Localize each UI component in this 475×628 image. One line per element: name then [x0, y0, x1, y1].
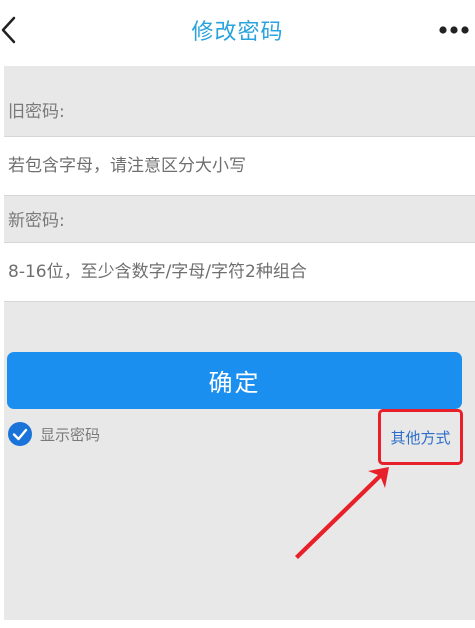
page-title: 修改密码: [191, 20, 284, 45]
checkmark-circle-icon: [8, 422, 32, 446]
old-password-label: 旧密码:: [8, 102, 65, 122]
show-password-label: 显示密码: [40, 426, 101, 444]
new-password-row: [4, 242, 475, 302]
form-area: 旧密码: 新密码: 确定 显示密码 其他方式: [4, 66, 475, 620]
new-password-label: 新密码:: [8, 211, 65, 231]
top-bar: 修改密码: [0, 0, 475, 62]
more-button[interactable]: [437, 18, 471, 42]
new-password-input[interactable]: [8, 243, 463, 301]
other-method-link[interactable]: 其他方式: [381, 427, 460, 448]
old-password-row: [4, 136, 475, 196]
more-dots-icon: [439, 26, 469, 34]
annotation-highlight-box: 其他方式: [378, 409, 463, 465]
confirm-button[interactable]: 确定: [7, 352, 462, 409]
old-password-input[interactable]: [8, 137, 463, 195]
change-password-screen: 修改密码 旧密码: 新密码: 确定 显示密码 其他方式: [0, 0, 475, 628]
